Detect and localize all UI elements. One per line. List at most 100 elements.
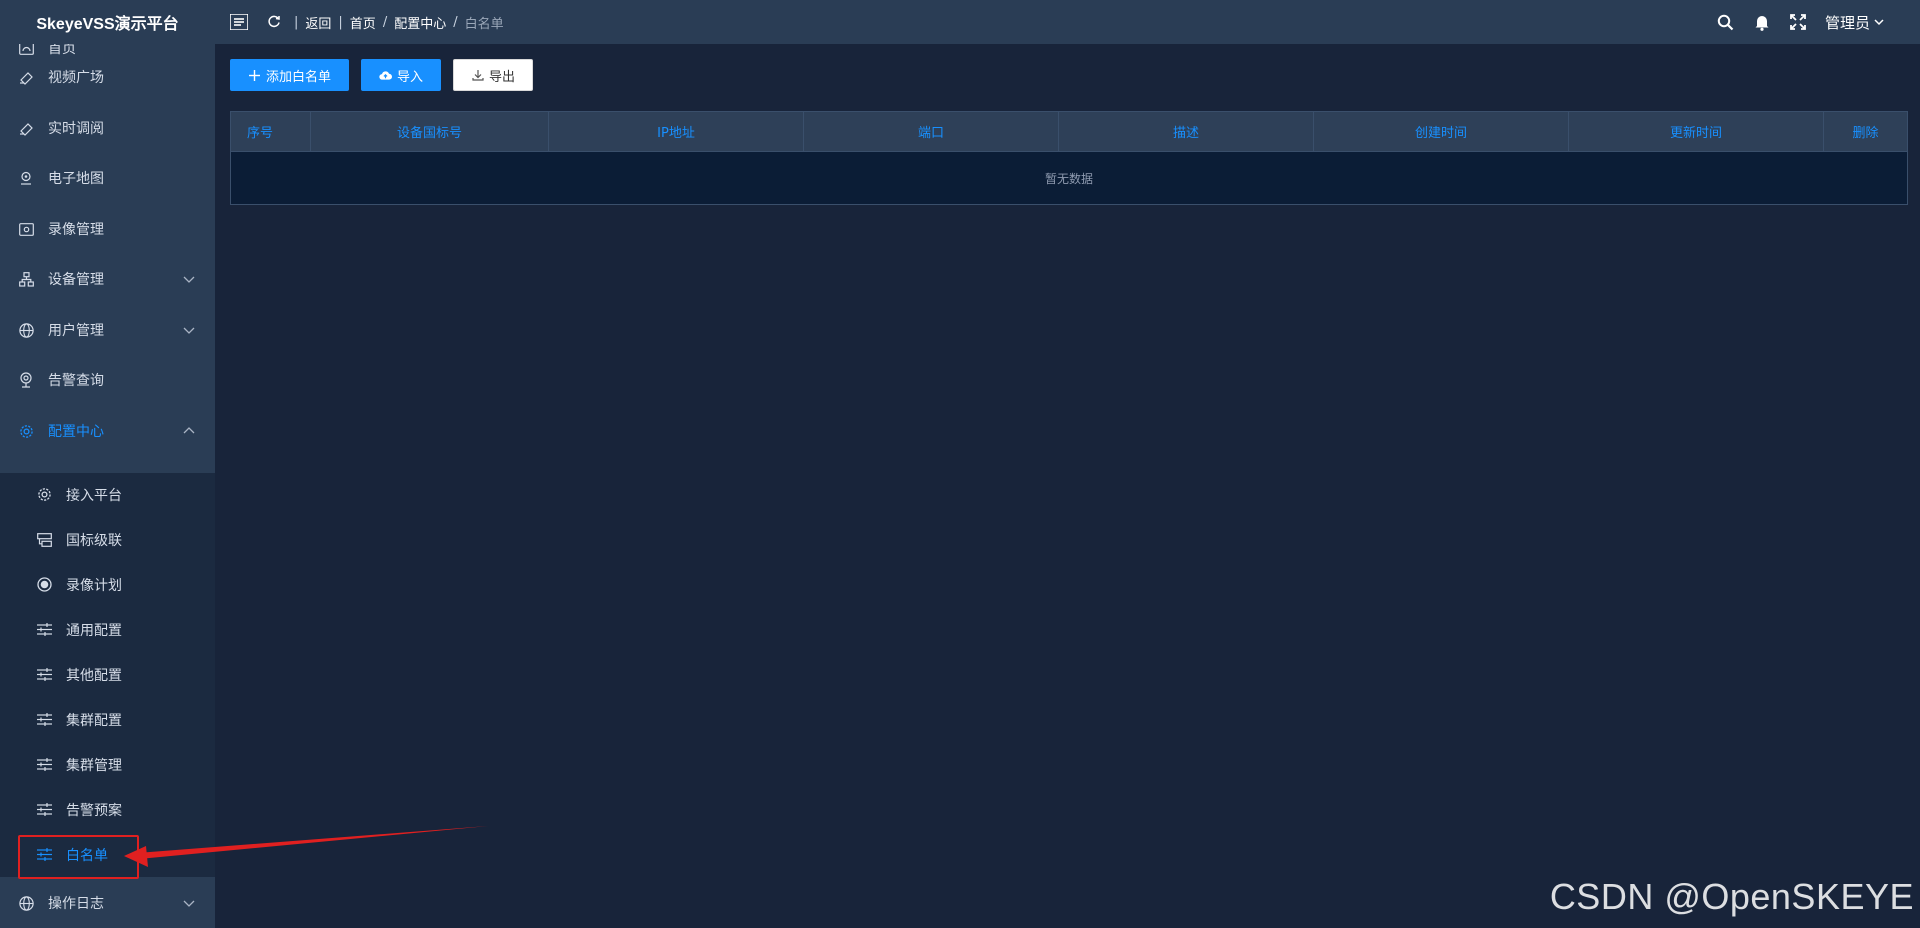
sidebar-item-label: 视频广场 — [48, 70, 104, 86]
sidebar-item-map[interactable]: 电子地图 — [0, 153, 215, 203]
chevron-down-icon — [183, 276, 195, 283]
plus-icon — [248, 69, 261, 82]
sidebar-item-label: 电子地图 — [48, 171, 104, 187]
alarm-icon — [18, 372, 34, 388]
sidebar-item-device-management[interactable]: 设备管理 — [0, 254, 215, 304]
sidebar-item-label: 设备管理 — [48, 272, 104, 288]
refresh-icon[interactable] — [267, 15, 281, 29]
column-header-device-gb-id[interactable]: 设备国标号 — [311, 112, 549, 151]
menu-toggle-icon[interactable] — [229, 13, 249, 31]
record-dot-icon — [36, 577, 52, 593]
user-name: 管理员 — [1824, 13, 1870, 32]
sidebar-subitem-whitelist[interactable]: 白名单 — [0, 832, 215, 877]
breadcrumb-separator: / — [382, 14, 388, 30]
column-header-ip-address[interactable]: IP地址 — [549, 112, 804, 151]
back-link[interactable]: 返回 — [305, 13, 331, 32]
add-whitelist-button[interactable]: 添加白名单 — [230, 59, 350, 91]
column-header-index[interactable]: 序号 — [231, 112, 311, 151]
sidebar-subitem-general-config[interactable]: 通用配置 — [0, 607, 215, 652]
sidebar: 首页 视频广场 实时调阅 电子地图 录像管理 设备管理 用户管理 告警查询 配置… — [0, 44, 215, 928]
device-tree-icon — [18, 271, 34, 287]
sliders-icon — [36, 757, 52, 773]
breadcrumb-separator: | — [294, 14, 299, 30]
sliders-icon — [36, 847, 52, 863]
export-button[interactable]: 导出 — [453, 59, 534, 91]
top-header: SkeyeVSS演示平台 | 返回 | 首页 / 配置中心 / 白名单 管理员 — [0, 0, 1920, 44]
sidebar-item-label: 配置中心 — [48, 424, 104, 440]
sliders-icon — [36, 667, 52, 683]
fullscreen-icon[interactable] — [1789, 13, 1807, 31]
video-plaza-icon — [18, 69, 34, 85]
sidebar-item-label: 录像管理 — [48, 222, 104, 238]
sidebar-item-label: 接入平台 — [66, 487, 122, 504]
breadcrumb: | 返回 | 首页 / 配置中心 / 白名单 — [267, 13, 504, 32]
sidebar-item-label: 录像计划 — [66, 577, 122, 594]
column-header-created-time[interactable]: 创建时间 — [1314, 112, 1569, 151]
sidebar-item-config-center[interactable]: 配置中心 — [0, 406, 215, 456]
sidebar-subitem-cluster-management[interactable]: 集群管理 — [0, 742, 215, 787]
sidebar-item-recording[interactable]: 录像管理 — [0, 204, 215, 254]
sidebar-subitem-cluster-config[interactable]: 集群配置 — [0, 697, 215, 742]
column-header-port[interactable]: 端口 — [804, 112, 1059, 151]
column-header-delete[interactable]: 删除 — [1824, 112, 1907, 151]
button-label: 导出 — [489, 69, 516, 85]
import-button[interactable]: 导入 — [361, 59, 442, 91]
bell-icon[interactable] — [1753, 13, 1771, 31]
sidebar-subitem-alarm-plan[interactable]: 告警预案 — [0, 787, 215, 832]
sidebar-item-live-view[interactable]: 实时调阅 — [0, 103, 215, 153]
whitelist-table: 序号 设备国标号 IP地址 端口 描述 创建时间 更新时间 删除 暂无数据 — [230, 111, 1908, 205]
sidebar-item-label: 操作日志 — [48, 896, 104, 912]
sidebar-subitem-other-config[interactable]: 其他配置 — [0, 652, 215, 697]
cloud-upload-icon — [379, 69, 393, 82]
breadcrumb-home[interactable]: 首页 — [350, 13, 376, 32]
sidebar-subitem-gb-cascade[interactable]: 国标级联 — [0, 517, 215, 562]
sidebar-item-label: 用户管理 — [48, 323, 104, 339]
gear-icon — [36, 487, 52, 503]
column-header-updated-time[interactable]: 更新时间 — [1569, 112, 1824, 151]
sidebar-item-label: 白名单 — [66, 847, 108, 864]
sidebar-item-label: 集群配置 — [66, 712, 122, 729]
live-view-icon — [18, 120, 34, 136]
header-actions: 管理员 — [1717, 12, 1920, 33]
search-icon[interactable] — [1717, 13, 1735, 31]
chevron-down-icon — [1874, 19, 1884, 26]
sidebar-item-label: 其他配置 — [66, 667, 122, 684]
sidebar-item-operation-log[interactable]: 操作日志 — [0, 878, 215, 928]
empty-text: 暂无数据 — [1044, 171, 1093, 186]
sidebar-item-label: 实时调阅 — [48, 121, 104, 137]
sidebar-subitem-access-platform[interactable]: 接入平台 — [0, 472, 215, 517]
map-pin-icon — [18, 170, 34, 186]
recording-icon — [18, 221, 34, 237]
user-menu[interactable]: 管理员 — [1825, 12, 1884, 33]
sidebar-item-label: 告警预案 — [66, 802, 122, 819]
sidebar-item-label: 告警查询 — [48, 373, 104, 389]
breadcrumb-current: 白名单 — [464, 16, 504, 32]
table-empty-state: 暂无数据 — [231, 152, 1907, 204]
sidebar-item-video-plaza[interactable]: 视频广场 — [0, 52, 215, 102]
watermark: CSDN @OpenSKEYE — [1549, 876, 1914, 917]
main-content: 添加白名单 导入 导出 序号 设备国标号 IP地址 端口 描述 创建时间 更新时… — [215, 44, 1920, 928]
column-header-description[interactable]: 描述 — [1059, 112, 1314, 151]
chevron-up-icon — [183, 427, 195, 434]
sidebar-item-label: 国标级联 — [66, 532, 122, 549]
table-header: 序号 设备国标号 IP地址 端口 描述 创建时间 更新时间 删除 — [231, 112, 1907, 152]
breadcrumb-config-center[interactable]: 配置中心 — [394, 13, 446, 32]
globe-icon — [18, 895, 34, 911]
sliders-icon — [36, 712, 52, 728]
sidebar-subitem-record-plan[interactable]: 录像计划 — [0, 562, 215, 607]
toolbar: 添加白名单 导入 导出 — [230, 59, 534, 91]
sliders-icon — [36, 622, 52, 638]
app-title: SkeyeVSS演示平台 — [0, 0, 215, 44]
download-icon — [471, 69, 484, 82]
sidebar-item-label: 集群管理 — [66, 757, 122, 774]
button-label: 添加白名单 — [266, 69, 332, 85]
sidebar-item-label: 通用配置 — [66, 622, 122, 639]
button-label: 导入 — [397, 69, 424, 85]
chevron-down-icon — [183, 900, 195, 907]
sidebar-item-alarm-query[interactable]: 告警查询 — [0, 355, 215, 405]
chevron-down-icon — [183, 327, 195, 334]
globe-icon — [18, 322, 34, 338]
breadcrumb-separator: | — [338, 14, 343, 30]
sidebar-item-user-management[interactable]: 用户管理 — [0, 305, 215, 355]
breadcrumb-separator: / — [453, 14, 458, 30]
